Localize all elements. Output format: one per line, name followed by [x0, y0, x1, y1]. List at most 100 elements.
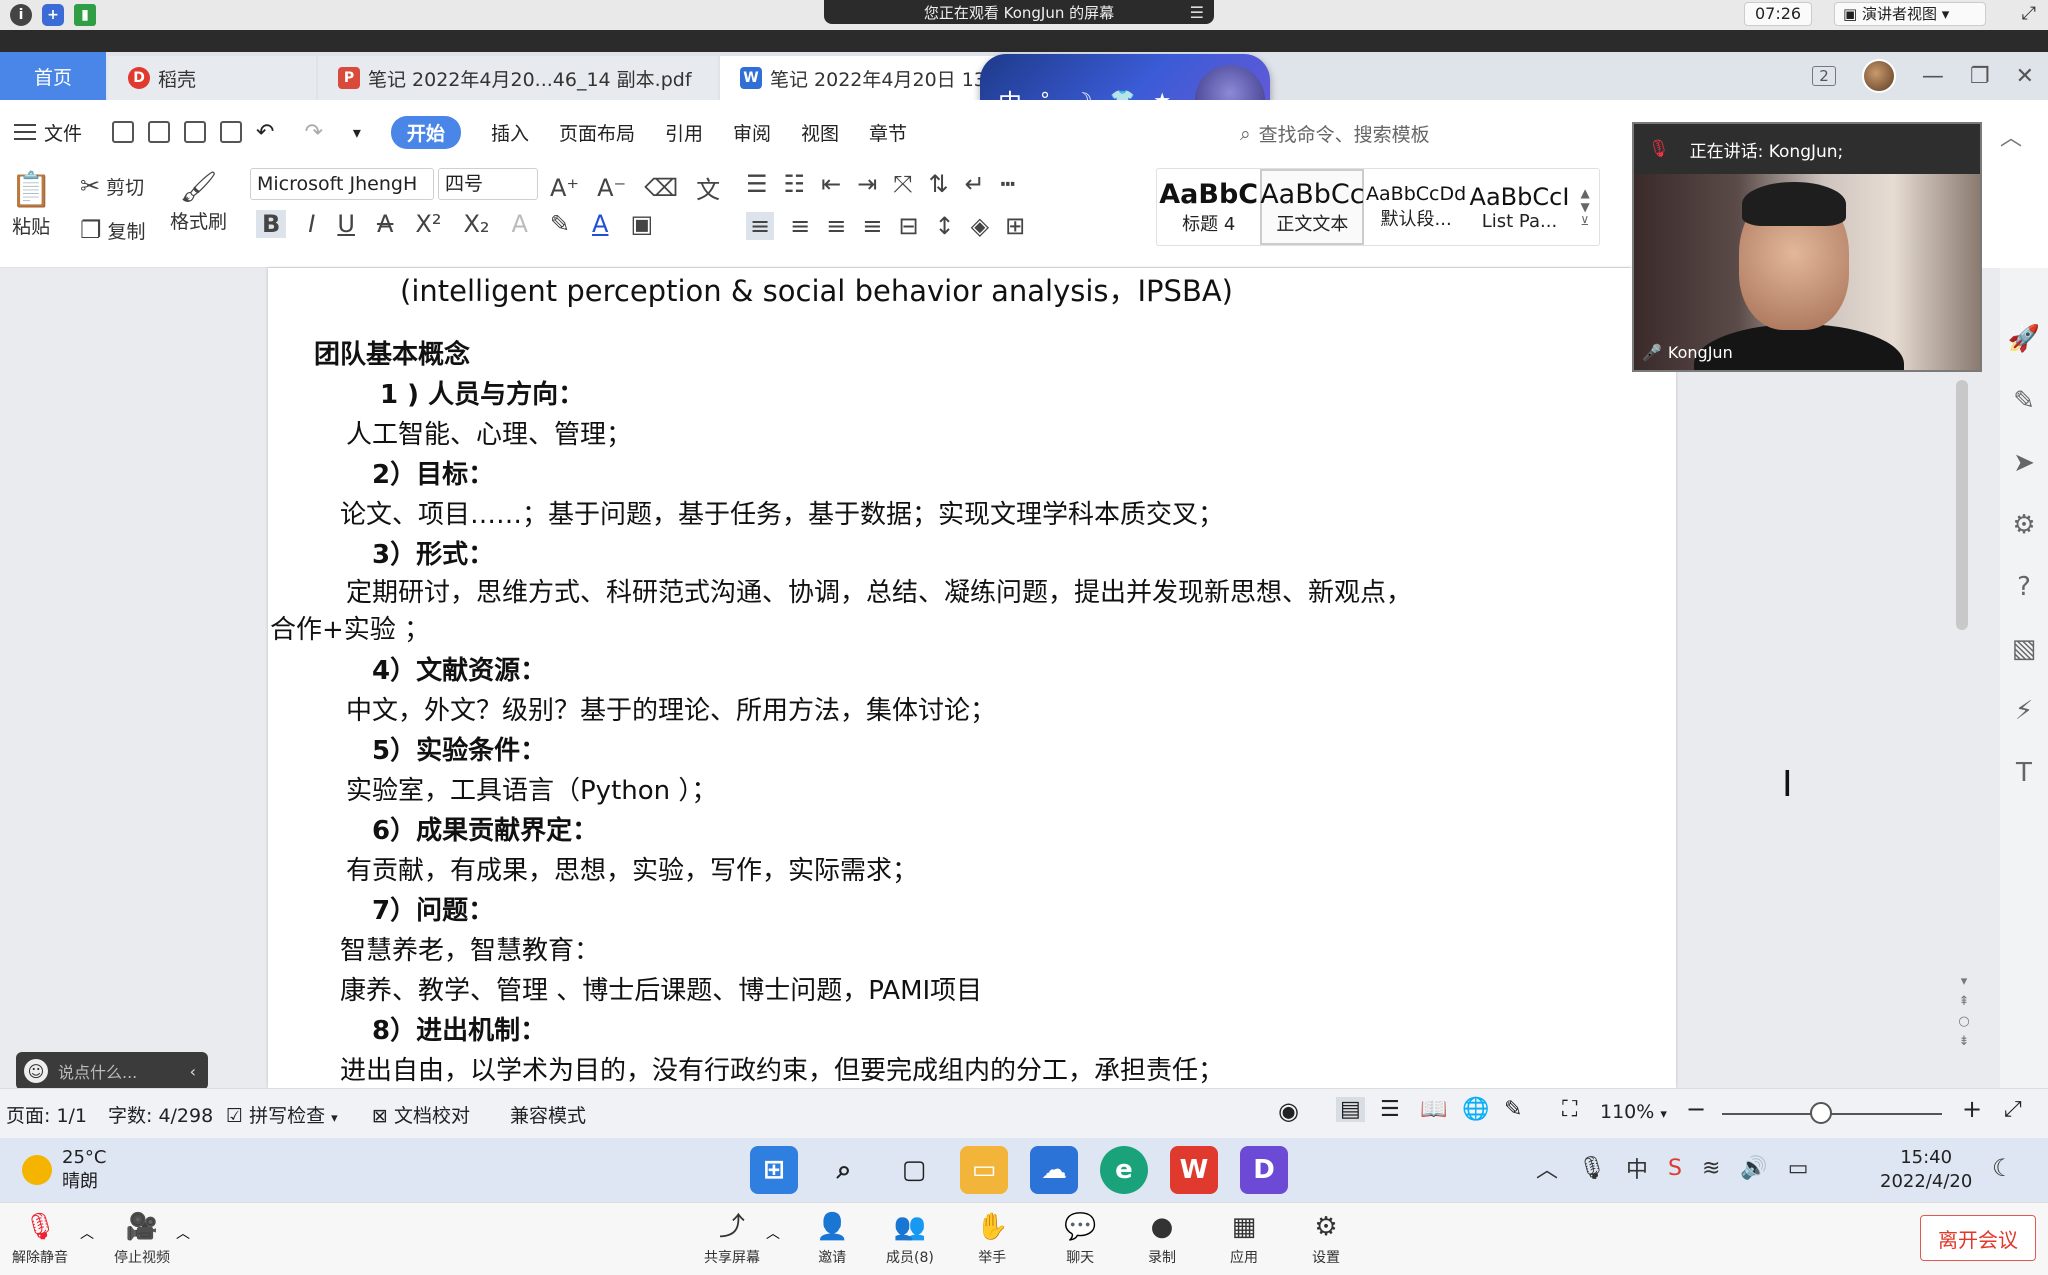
spell-check-button[interactable]: ☑ 拼写检查 ▾: [226, 1101, 338, 1128]
outline-view-icon[interactable]: ☰: [1380, 1097, 1400, 1122]
edge-browser-icon[interactable]: e: [1100, 1146, 1148, 1194]
eye-protect-icon[interactable]: ◉: [1278, 1097, 1299, 1125]
close-icon[interactable]: ✕: [2016, 64, 2034, 89]
task-view-icon[interactable]: ▢: [890, 1146, 938, 1194]
stop-video-button[interactable]: 🎥 停止视频: [114, 1211, 170, 1267]
document-page[interactable]: (intelligent perception & social behavio…: [268, 268, 1676, 1088]
phonetic-guide-icon[interactable]: 文: [696, 170, 720, 205]
align-right-icon[interactable]: ≡: [826, 212, 846, 240]
screen-share-banner[interactable]: 您正在观看 KongJun 的屏幕 ☰: [824, 0, 1214, 24]
settings-button[interactable]: ⚙ 设置: [1312, 1211, 1340, 1267]
menu-view[interactable]: 视图: [801, 119, 839, 146]
apps-button[interactable]: ▦ 应用: [1230, 1211, 1258, 1267]
shading-icon[interactable]: ◈: [971, 212, 989, 240]
redo-icon[interactable]: ↷: [304, 120, 322, 145]
zoom-percent[interactable]: 110% ▾: [1600, 1101, 1667, 1123]
tab-daoke[interactable]: D 稻壳: [108, 56, 316, 100]
info-icon[interactable]: i: [10, 4, 32, 26]
style-heading-4[interactable]: AaBbC 标题 4: [1157, 169, 1260, 245]
tab-pdf-file[interactable]: P 笔记 2022年4月20...46_14 副本.pdf: [318, 56, 718, 100]
weather-widget[interactable]: 25°C 晴朗: [22, 1146, 106, 1194]
chevron-up-icon[interactable]: ︿: [176, 1223, 190, 1243]
help-icon[interactable]: ?: [2017, 572, 2031, 602]
file-explorer-icon[interactable]: ▭: [960, 1146, 1008, 1194]
shield-plus-icon[interactable]: +: [42, 4, 64, 26]
mic-icon[interactable]: 🎙: [1578, 1156, 1606, 1181]
doc-proof-button[interactable]: ⊠ 文档校对: [372, 1101, 470, 1128]
zoom-in-icon[interactable]: +: [1962, 1095, 1982, 1123]
search-icon[interactable]: ⌕: [820, 1146, 868, 1194]
image-icon[interactable]: ▧: [2012, 634, 2037, 664]
pointer-icon[interactable]: ➤: [2013, 448, 2035, 478]
font-color-icon[interactable]: A: [592, 210, 608, 238]
leave-meeting-button[interactable]: 离开会议: [1920, 1215, 2036, 1261]
zoom-slider-track[interactable]: [1722, 1113, 1942, 1115]
decrease-indent-icon[interactable]: ⇤: [821, 170, 841, 198]
fullscreen-icon[interactable]: ⤢: [2022, 3, 2036, 24]
underline-icon[interactable]: U: [337, 210, 355, 238]
font-family-select[interactable]: Microsoft JhengH: [250, 168, 434, 200]
ruler-icon[interactable]: ┅: [1001, 170, 1015, 198]
page-count-badge[interactable]: 2: [1812, 66, 1836, 86]
night-mode-icon[interactable]: ☾: [1992, 1154, 2014, 1182]
menu-insert[interactable]: 插入: [491, 119, 529, 146]
quick-access-dropdown-icon[interactable]: ▾: [353, 123, 361, 142]
format-painter-button[interactable]: 🖌 格式刷: [170, 170, 227, 234]
command-search[interactable]: ⌕ 查找命令、搜索模板: [1240, 120, 1430, 147]
speaker-video-tile[interactable]: 🎙 正在讲话: KongJun; 🎤 KongJun: [1632, 122, 1982, 372]
share-screen-button[interactable]: ⤴ 共享屏幕: [704, 1211, 760, 1267]
word-count[interactable]: 字数: 4/298: [108, 1101, 213, 1128]
battery-icon[interactable]: ▭: [1788, 1156, 1809, 1181]
annotate-icon[interactable]: ✎: [1504, 1097, 1522, 1122]
highlight-icon[interactable]: ✎: [550, 210, 570, 238]
menu-references[interactable]: 引用: [665, 119, 703, 146]
page-view-icon[interactable]: ▤: [1336, 1097, 1365, 1122]
paste-button[interactable]: 📋 粘贴: [10, 170, 52, 239]
strikethrough-icon[interactable]: A: [377, 210, 393, 238]
unmute-button[interactable]: 🎙 解除静音: [12, 1211, 68, 1267]
cut-button[interactable]: ✂ 剪切: [80, 172, 144, 200]
pen-icon[interactable]: ✎: [2013, 386, 2035, 416]
borders-icon[interactable]: ⊞: [1005, 212, 1025, 240]
vertical-scrollbar[interactable]: [1956, 380, 1968, 630]
export-pdf-icon[interactable]: [148, 121, 171, 143]
shrink-font-icon[interactable]: A⁻: [597, 174, 626, 202]
print-preview-icon[interactable]: [220, 121, 243, 143]
reading-view-icon[interactable]: 📖: [1420, 1097, 1447, 1122]
tab-home[interactable]: 首页: [0, 52, 106, 100]
fit-page-icon[interactable]: ⛶: [1562, 1097, 1577, 1122]
wps-office-icon[interactable]: W: [1170, 1146, 1218, 1194]
start-menu-icon[interactable]: ⊞: [750, 1146, 798, 1194]
user-avatar[interactable]: [1861, 59, 1896, 93]
speaker-icon[interactable]: 🔊: [1740, 1156, 1767, 1181]
invite-button[interactable]: 👤 邀请: [816, 1211, 848, 1267]
ime-indicator[interactable]: 中: [1626, 1152, 1648, 1184]
restore-icon[interactable]: ❐: [1970, 64, 1990, 89]
style-list-paragraph[interactable]: AaBbCcI List Pa...: [1468, 169, 1571, 245]
raise-hand-button[interactable]: ✋ 举手: [976, 1211, 1008, 1267]
signal-bars-icon[interactable]: ▮: [74, 4, 96, 26]
photos-app-icon[interactable]: ☁: [1030, 1146, 1078, 1194]
chevron-left-icon[interactable]: ‹: [190, 1062, 208, 1081]
align-center-icon[interactable]: ≡: [790, 212, 810, 240]
sliders-icon[interactable]: ⚙: [2012, 510, 2035, 540]
wps-tray-icon[interactable]: S: [1668, 1156, 1682, 1181]
align-left-icon[interactable]: ≡: [746, 212, 775, 240]
chevron-up-icon[interactable]: ︿: [766, 1223, 780, 1243]
wifi-icon[interactable]: ≋: [1702, 1156, 1720, 1181]
rocket-icon[interactable]: 🚀: [2008, 324, 2040, 354]
clear-format-icon[interactable]: ⌫: [644, 174, 678, 202]
page-navigation-arrows[interactable]: ▾ ⇞ ○ ⇟: [1956, 972, 1972, 1052]
record-button[interactable]: ● 录制: [1148, 1211, 1176, 1267]
chevron-up-icon[interactable]: ︿: [2000, 120, 2022, 152]
style-default-paragraph[interactable]: AaBbCcDd 默认段...: [1364, 169, 1467, 245]
menu-review[interactable]: 审阅: [733, 119, 771, 146]
options-lines-icon[interactable]: ☰: [1190, 3, 1204, 22]
text-tool-icon[interactable]: T: [2016, 758, 2032, 788]
text-effect-icon[interactable]: A: [512, 210, 528, 238]
comment-input[interactable]: ☺ 说点什么... ‹: [16, 1052, 208, 1090]
sort-icon[interactable]: ⇅: [928, 170, 948, 198]
taskbar-clock[interactable]: 15:40 2022/4/20: [1880, 1146, 1972, 1194]
print-icon[interactable]: [184, 121, 207, 143]
save-icon[interactable]: [112, 121, 135, 143]
